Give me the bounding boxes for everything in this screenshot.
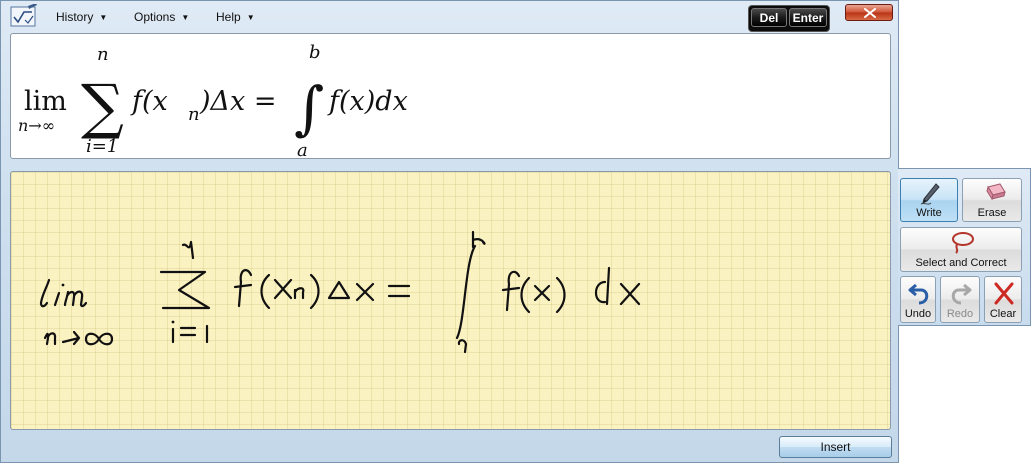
lasso-icon [952,232,974,254]
undo-button[interactable]: Undo [900,276,936,323]
erase-label: Erase [977,207,1007,219]
clear-x-icon [994,282,1014,305]
preview-sum-upper: n [97,44,109,65]
undo-label: Undo [904,308,932,320]
undo-icon [908,283,929,305]
help-menu-label: Help [216,10,241,24]
preview-summand-sub: n [188,104,200,125]
help-menu[interactable]: Help ▼ [216,10,255,24]
preview-summand: f(x [130,86,168,117]
preview-integral-upper: b [309,42,321,63]
chevron-down-icon: ▼ [246,13,255,22]
select-and-correct-button[interactable]: Select and Correct [900,227,1022,272]
tool-panel: Write Erase Select and Correct Undo Redo [898,168,1031,326]
redo-button[interactable]: Redo [940,276,980,323]
math-input-icon[interactable] [10,4,38,28]
preview-integral-lower: a [297,140,308,160]
write-label: Write [916,207,942,219]
del-button[interactable]: Del [751,8,787,27]
close-icon [864,8,876,18]
insert-button[interactable]: Insert [779,436,892,458]
close-button[interactable] [845,4,893,21]
recognition-preview: lim n→∞ n ∑ i=1 f(x n )Δx = b ∫ a f(x)dx [10,33,891,160]
eraser-icon [986,183,1006,201]
sigma-symbol: ∑ [81,72,124,142]
chevron-down-icon: ▼ [181,13,190,22]
preview-lim: lim [24,86,67,117]
select-and-correct-label: Select and Correct [915,257,1007,269]
erase-button[interactable]: Erase [962,178,1022,222]
chevron-down-icon: ▼ [99,13,108,22]
preview-integrand: f(x)dx [327,86,408,117]
menu-bar: History ▼ Options ▼ Help ▼ Del Enter [1,1,900,33]
integral-symbol: ∫ [294,74,324,142]
redo-icon [951,283,972,305]
redo-label: Redo [946,308,974,320]
math-input-window: History ▼ Options ▼ Help ▼ Del Enter lim n→… [0,0,899,463]
options-menu-label: Options [134,10,176,24]
clear-button[interactable]: Clear [984,276,1022,323]
history-menu-label: History [56,10,94,24]
enter-button[interactable]: Enter [789,8,827,27]
handwritten-ink [39,230,641,354]
history-menu[interactable]: History ▼ [56,10,107,24]
del-enter-group: Del Enter [748,5,830,32]
pen-icon [920,183,940,205]
clear-label: Clear [989,308,1017,320]
options-menu[interactable]: Options ▼ [134,10,189,24]
write-button[interactable]: Write [900,178,958,222]
preview-summand-rest: )Δx = [199,86,276,117]
preview-lim-subscript: n→∞ [18,116,55,135]
preview-sum-lower: i=1 [86,136,118,157]
writing-pad[interactable] [10,171,891,430]
